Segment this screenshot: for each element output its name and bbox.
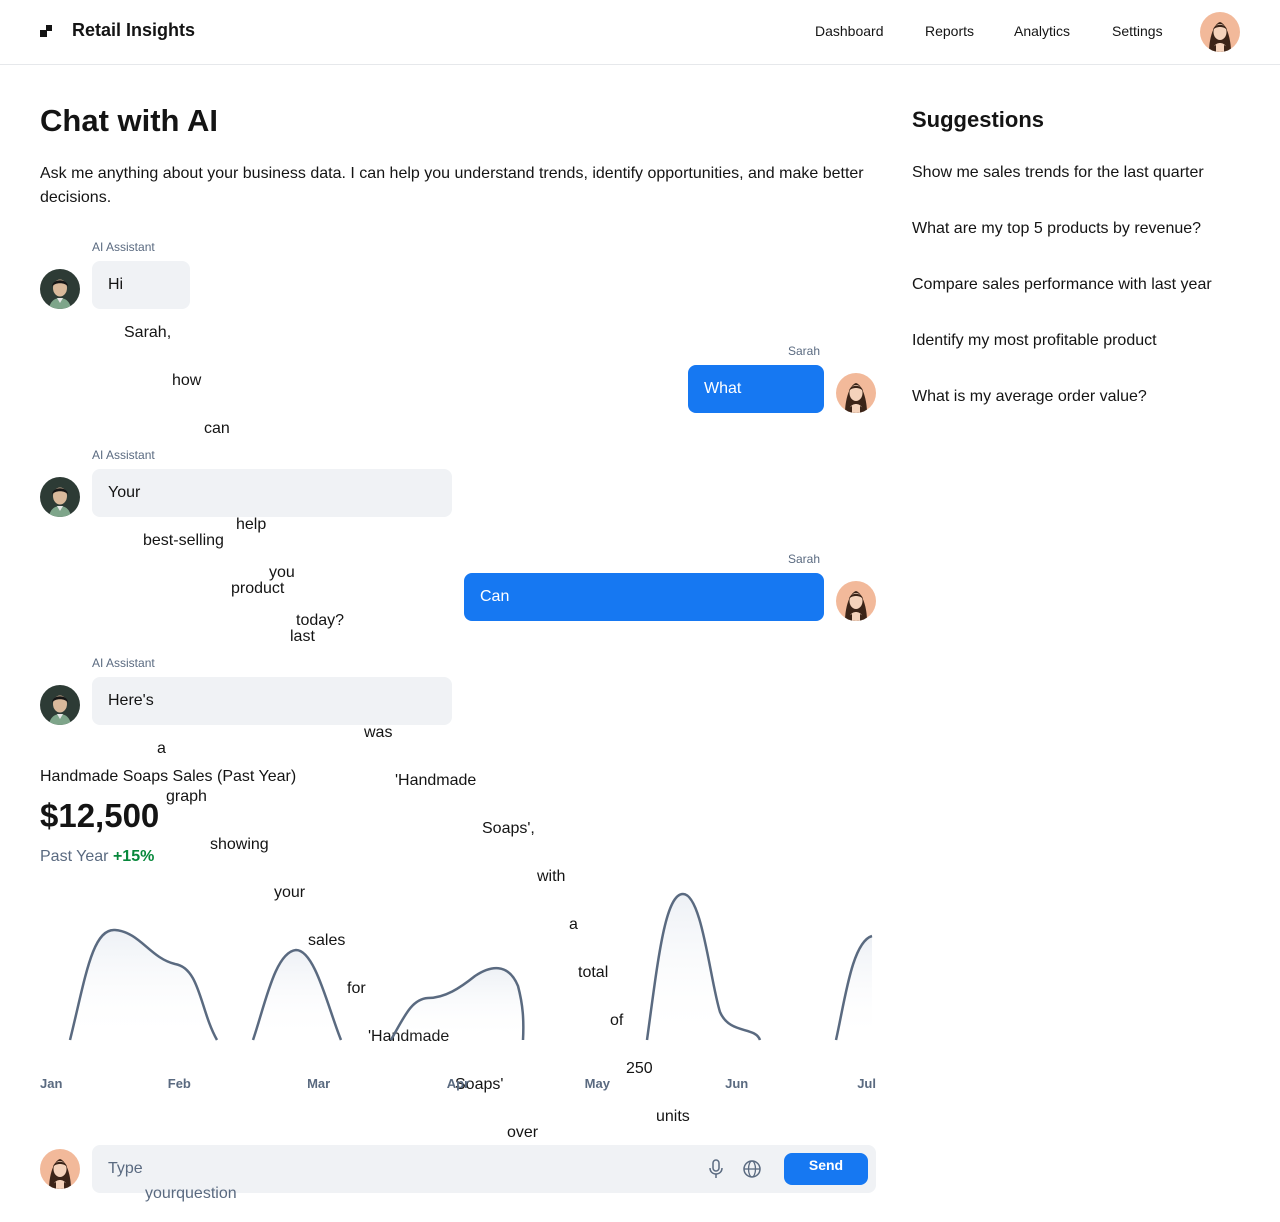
x-tick-label: Mar	[307, 1076, 331, 1091]
chart-total-value: $12,500	[40, 797, 160, 834]
suggestions-title: Suggestions	[912, 107, 1045, 132]
user-avatar	[836, 581, 876, 621]
nav-analytics[interactable]: Analytics	[1014, 23, 1070, 39]
overflow-word: best-selling	[143, 532, 224, 549]
ai-message-bubble: Here's	[92, 677, 452, 725]
suggestion-item[interactable]: What are my top 5 products by revenue?	[912, 220, 1201, 238]
current-user-avatar	[40, 1149, 80, 1189]
chart-title: Handmade Soaps Sales (Past Year)	[40, 768, 297, 785]
overflow-word: graph	[166, 788, 207, 805]
user-message-bubble: What	[688, 365, 824, 413]
overflow-word: 250	[626, 1060, 653, 1077]
ai-message-bubble: Hi	[92, 261, 190, 309]
ai-avatar	[40, 477, 80, 517]
x-tick-label: May	[584, 1076, 610, 1091]
suggestion-item[interactable]: Identify my most profitable product	[912, 332, 1157, 350]
x-tick-label: Jul	[857, 1076, 876, 1091]
overflow-word: a	[157, 740, 166, 757]
overflow-word: Soaps',	[482, 820, 535, 837]
overflow-word: Sarah,	[124, 324, 172, 341]
chart-area-fill	[647, 894, 760, 1040]
ai-avatar	[40, 269, 80, 309]
suggestion-item[interactable]: Show me sales trends for the last quarte…	[912, 164, 1204, 182]
overflow-word: how	[172, 372, 202, 389]
globe-icon[interactable]	[742, 1159, 762, 1179]
page-title: Chat with AI	[40, 103, 218, 138]
nav-dashboard[interactable]: Dashboard	[815, 23, 884, 39]
input-overflow-word: yourquestion	[145, 1185, 237, 1202]
overflow-word: units	[656, 1108, 690, 1125]
user-message-bubble: Can	[464, 573, 824, 621]
ai-message-bubble: Your	[92, 469, 452, 517]
chart-area-fill	[836, 936, 872, 1040]
sales-chart	[68, 892, 873, 1041]
x-tick-label: Jan	[40, 1076, 63, 1091]
overflow-word: can	[204, 420, 230, 437]
ai-sender-label: AI Assistant	[92, 448, 155, 462]
chart-subtitle: Past Year +15%	[40, 848, 154, 866]
user-sender-label: Sarah	[788, 344, 821, 358]
chart-area-fill	[391, 968, 524, 1040]
overflow-word: help	[236, 516, 267, 533]
chart-change: +15%	[112, 848, 155, 865]
ai-sender-label: AI Assistant	[92, 240, 155, 254]
chart-period: Past Year	[40, 848, 109, 865]
microphone-icon[interactable]	[707, 1159, 725, 1179]
overflow-word: was	[364, 724, 393, 741]
overflow-word: last	[290, 628, 315, 645]
overflow-word: showing	[210, 836, 269, 853]
ai-avatar	[40, 685, 80, 725]
logo-icon	[40, 25, 52, 37]
top-nav-bar: Retail Insights Dashboard Reports Analyt…	[0, 0, 1280, 65]
nav-reports[interactable]: Reports	[925, 23, 974, 39]
page-description: Ask me anything about your business data…	[40, 165, 864, 206]
suggestion-item[interactable]: What is my average order value?	[912, 388, 1147, 406]
overflow-word: 'Handmade	[395, 772, 477, 789]
send-button[interactable]: Send	[784, 1153, 868, 1185]
user-avatar	[836, 373, 876, 413]
nav-settings[interactable]: Settings	[1112, 23, 1163, 39]
user-sender-label: Sarah	[788, 552, 821, 566]
profile-avatar[interactable]	[1200, 12, 1240, 52]
suggestion-item[interactable]: Compare sales performance with last year	[912, 276, 1212, 294]
x-tick-label: Jun	[725, 1076, 749, 1091]
overflow-word: product	[231, 580, 285, 597]
x-tick-label: Apr	[446, 1076, 470, 1091]
overflow-word: over	[507, 1124, 539, 1141]
ai-sender-label: AI Assistant	[92, 656, 155, 670]
x-tick-label: Feb	[167, 1076, 191, 1091]
brand-name[interactable]: Retail Insights	[72, 20, 195, 41]
